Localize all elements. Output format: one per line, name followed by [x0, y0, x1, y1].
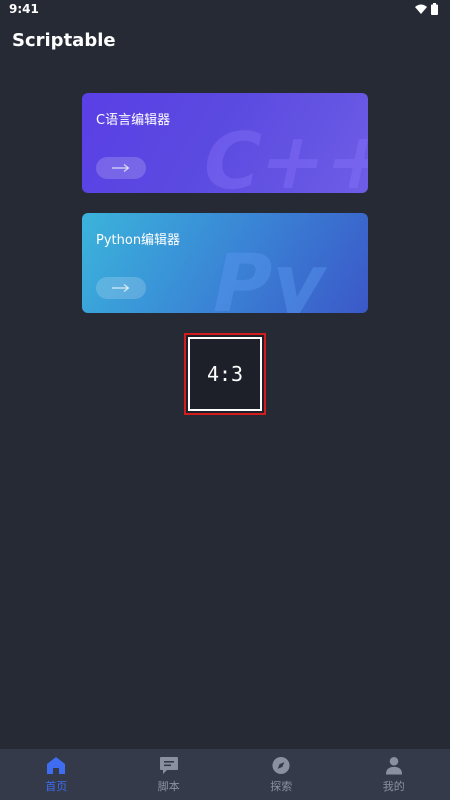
c-editor-card[interactable]: C++ C语言编辑器 [82, 93, 368, 193]
python-decoration: Py [203, 238, 335, 313]
tab-home[interactable]: 首页 [0, 749, 113, 800]
c-plus-plus-decoration: C++ [198, 116, 368, 193]
status-time: 9:41 [9, 2, 39, 16]
aspect-ratio-badge[interactable]: 4:3 [184, 333, 266, 415]
message-icon [159, 756, 178, 774]
page-title: Scriptable [12, 30, 116, 51]
aspect-ratio-text: 4:3 [206, 362, 244, 386]
tab-label: 我的 [382, 779, 405, 793]
open-c-editor-button[interactable] [96, 157, 146, 179]
arrow-right-icon [112, 284, 130, 292]
tab-label: 探索 [270, 779, 293, 793]
svg-text:Py: Py [203, 238, 335, 313]
battery-icon [431, 3, 438, 15]
compass-icon [272, 756, 290, 774]
open-python-editor-button[interactable] [96, 277, 146, 299]
svg-text:C++: C++ [198, 116, 368, 193]
status-icons [415, 3, 438, 15]
tab-mine[interactable]: 我的 [338, 749, 450, 800]
card-label: Python编辑器 [96, 233, 181, 248]
aspect-ratio-frame: 4:3 [188, 337, 262, 411]
arrow-right-icon [112, 164, 130, 172]
bottom-tab-bar: 首页 脚本 探索 我的 [0, 749, 450, 800]
status-bar: 9:41 [0, 0, 450, 20]
python-editor-card[interactable]: Py Python编辑器 [82, 213, 368, 313]
wifi-icon [415, 4, 427, 14]
tab-label: 脚本 [157, 779, 180, 793]
tab-scripts[interactable]: 脚本 [113, 749, 226, 800]
tab-label: 首页 [45, 779, 68, 793]
home-icon [47, 756, 66, 774]
user-icon [385, 756, 402, 775]
tab-explore[interactable]: 探索 [225, 749, 338, 800]
card-label: C语言编辑器 [96, 113, 171, 128]
